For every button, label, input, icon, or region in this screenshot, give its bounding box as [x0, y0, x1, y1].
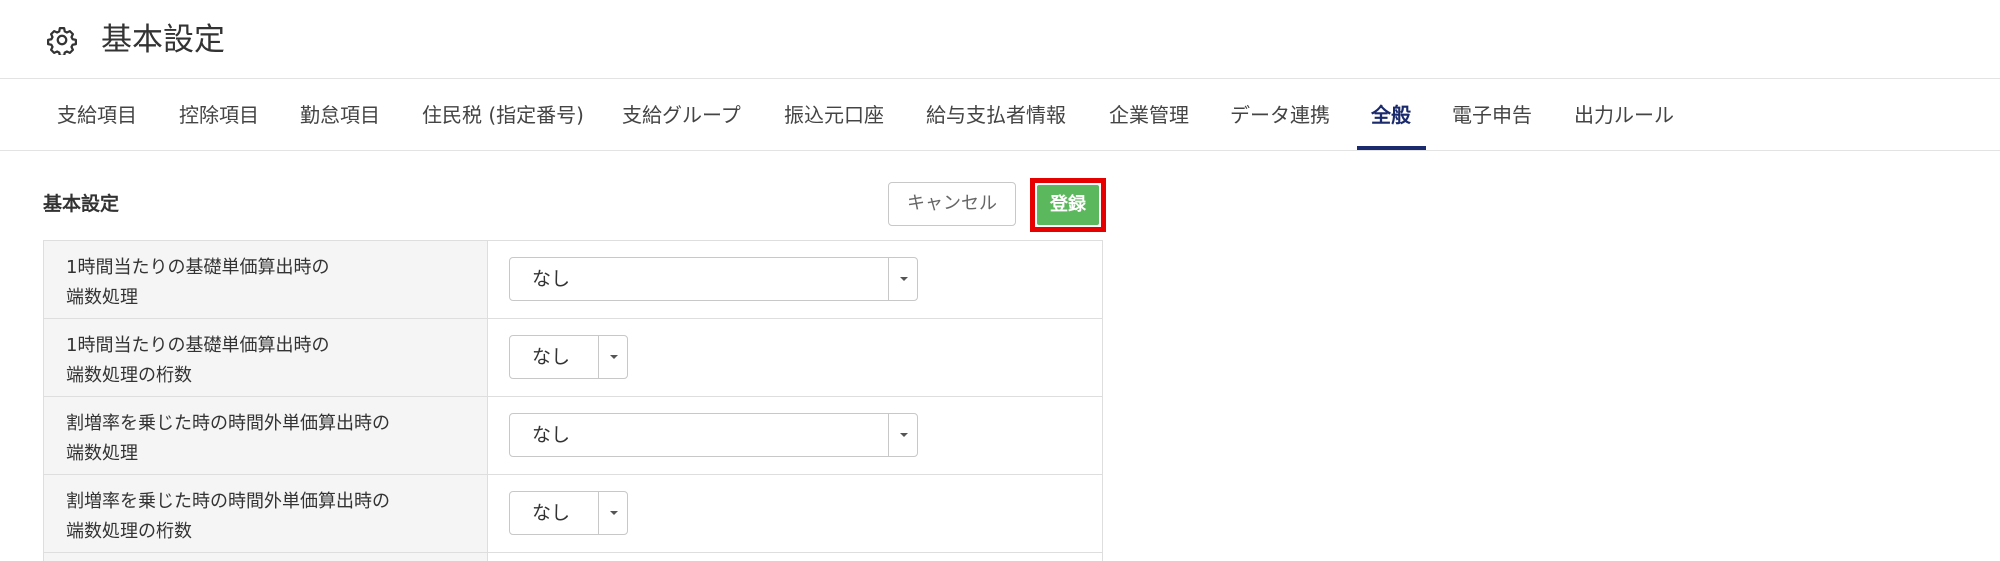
cancel-button[interactable]: キャンセル	[888, 182, 1016, 226]
setting-label-line1: 割増率を乗じた時の時間外単価算出時の	[66, 413, 390, 434]
select-value: なし	[532, 346, 571, 368]
settings-tabs: 支給項目 控除項目 勤怠項目 住民税 (指定番号) 支給グループ 振込元口座 給…	[0, 80, 2000, 151]
tab-source-account[interactable]: 振込元口座	[784, 80, 884, 151]
table-row: 1時間当たりの基礎単価算出時の 端数処理の桁数 なし	[44, 319, 1102, 397]
setting-value-cell: なし	[489, 397, 1102, 474]
dropdown-toggle[interactable]	[598, 336, 627, 378]
table-row: 割増率を乗じた時の時間外単価算出時の 端数処理の桁数 なし	[44, 475, 1102, 553]
overtime-rounding-digits-select[interactable]: なし	[509, 491, 628, 535]
settings-table: 1時間当たりの基礎単価算出時の 端数処理 なし 1時間当たりの基礎単価算出時の …	[43, 240, 1103, 561]
save-button[interactable]: 登録	[1037, 185, 1099, 225]
table-row: 1時間当たりの基礎単価算出時の 端数処理 なし	[44, 241, 1102, 319]
page-title: 基本設定	[101, 22, 225, 58]
tab-attendance-items[interactable]: 勤怠項目	[300, 80, 380, 151]
chevron-down-icon	[610, 511, 618, 515]
overtime-rounding-select[interactable]: なし	[509, 413, 918, 457]
tab-output-rules[interactable]: 出力ルール	[1574, 80, 1674, 151]
table-row: 割増率を乗じた時の時間外単価算出時の 端数処理 なし	[44, 397, 1102, 475]
save-button-highlight: 登録	[1030, 178, 1106, 232]
gear-icon	[47, 27, 77, 55]
dropdown-toggle[interactable]	[598, 492, 627, 534]
setting-label-line2: 端数処理	[66, 443, 138, 464]
setting-label-line1: 割増率を乗じた時の時間外単価算出時の	[66, 491, 390, 512]
page-header: 基本設定	[0, 0, 2000, 79]
setting-label: 1時間当たりの基礎単価算出時の 端数処理	[44, 241, 488, 318]
select-value: なし	[532, 268, 571, 290]
select-value: なし	[532, 502, 571, 524]
setting-label	[44, 553, 488, 561]
tab-payment-group[interactable]: 支給グループ	[622, 80, 741, 151]
setting-label-line1: 1時間当たりの基礎単価算出時の	[66, 257, 330, 278]
rounding-select[interactable]: なし	[509, 257, 918, 301]
chevron-down-icon	[610, 355, 618, 359]
tab-resident-tax[interactable]: 住民税 (指定番号)	[422, 80, 584, 151]
tab-e-filing[interactable]: 電子申告	[1452, 80, 1532, 151]
tab-payment-items[interactable]: 支給項目	[57, 80, 137, 151]
setting-label-line1: 1時間当たりの基礎単価算出時の	[66, 335, 330, 356]
setting-label: 割増率を乗じた時の時間外単価算出時の 端数処理の桁数	[44, 475, 488, 552]
section-title: 基本設定	[43, 193, 120, 215]
tab-data-integration[interactable]: データ連携	[1230, 80, 1330, 151]
setting-label: 1時間当たりの基礎単価算出時の 端数処理の桁数	[44, 319, 488, 396]
setting-value-cell: なし	[489, 319, 1102, 396]
select-value: なし	[532, 424, 571, 446]
table-row-partial	[44, 553, 1102, 561]
tab-payer-info[interactable]: 給与支払者情報	[926, 80, 1066, 151]
rounding-digits-select[interactable]: なし	[509, 335, 628, 379]
dropdown-toggle[interactable]	[888, 258, 917, 300]
chevron-down-icon	[900, 277, 908, 281]
setting-label-line2: 端数処理	[66, 287, 138, 308]
dropdown-toggle[interactable]	[888, 414, 917, 456]
setting-label-line2: 端数処理の桁数	[66, 365, 192, 386]
settings-page: 基本設定 支給項目 控除項目 勤怠項目 住民税 (指定番号) 支給グループ 振込…	[0, 0, 2000, 561]
setting-label: 割増率を乗じた時の時間外単価算出時の 端数処理	[44, 397, 488, 474]
active-tab-indicator	[1357, 146, 1426, 150]
tab-deduction-items[interactable]: 控除項目	[179, 80, 259, 151]
tab-company-management[interactable]: 企業管理	[1109, 80, 1189, 151]
setting-value-cell: なし	[489, 475, 1102, 552]
setting-label-line2: 端数処理の桁数	[66, 521, 192, 542]
setting-value-cell: なし	[489, 241, 1102, 318]
tab-general[interactable]: 全般	[1371, 80, 1411, 151]
chevron-down-icon	[900, 433, 908, 437]
